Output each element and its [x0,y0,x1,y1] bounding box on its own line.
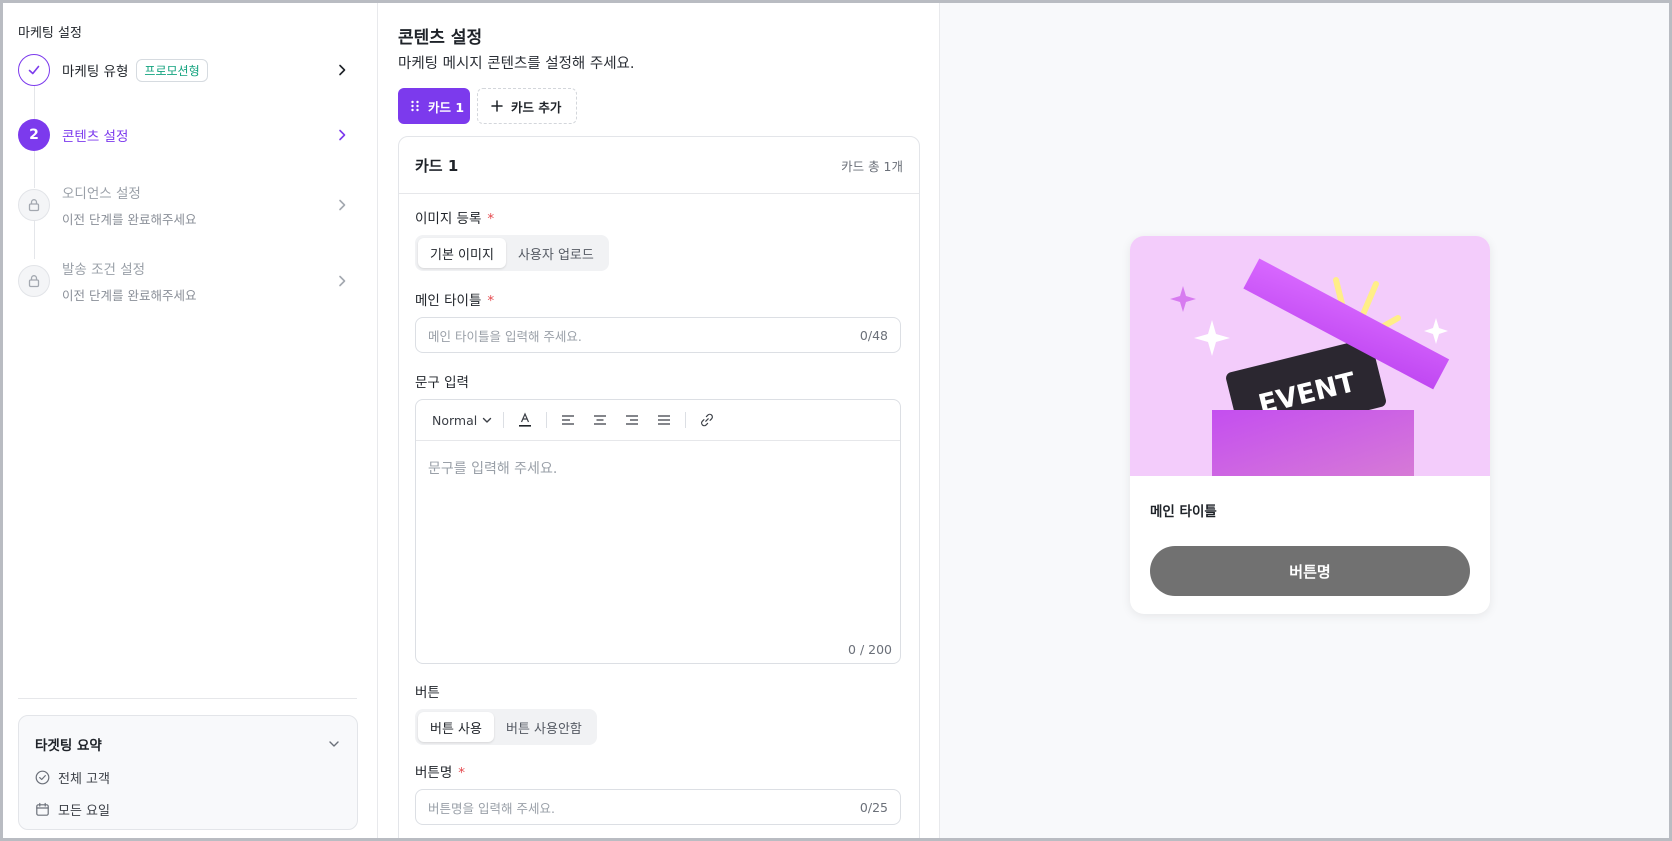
check-circle-icon [35,770,50,785]
page-subtitle: 마케팅 메시지 콘텐츠를 설정해 주세요. [398,56,635,72]
summary-header[interactable]: 타겟팅 요약 [35,734,341,754]
summary-item: 모든 요일 [35,800,341,819]
card-count: 카드 총 1개 [841,158,903,174]
button-name-placeholder: 버튼명을 입력해 주세요. [428,800,555,816]
char-counter: 0 / 200 [848,642,892,657]
calendar-icon [36,802,49,816]
preview-action-button[interactable]: 버튼명 [1150,546,1470,596]
targeting-summary: 타겟팅 요약 전체 고객 모든 요일 [18,715,358,830]
card-name: 카드 1 [415,156,459,175]
user-upload-option[interactable]: 사용자 업로드 [506,238,606,268]
text-label: 문구 입력 [415,375,469,391]
editor-toolbar: Normal [416,400,900,441]
app-window: 마케팅 설정 마케팅 유형 프로모션형 2 콘텐츠 설정 오디언스 설정 이전 … [0,0,1672,841]
sidebar: 마케팅 설정 마케팅 유형 프로모션형 2 콘텐츠 설정 오디언스 설정 이전 … [3,3,378,838]
step-label: 발송 조건 설정 [62,262,146,278]
page-title: 콘텐츠 설정 [398,28,483,48]
format-select[interactable]: Normal [432,413,493,428]
align-left-icon[interactable] [557,409,579,431]
align-right-icon[interactable] [621,409,643,431]
char-counter: 0/48 [859,327,888,343]
step-send-conditions[interactable]: 발송 조건 설정 이전 단계를 완료해주세요 [18,259,358,303]
image-source-toggle: 기본 이미지 사용자 업로드 [415,235,609,271]
add-card-label: 카드 추가 [511,99,562,115]
char-counter: 0/25 [859,799,888,815]
link-icon[interactable] [696,409,718,431]
preview-panel: EVENT 메인 타이틀 버튼명 [940,3,1669,838]
text-color-icon[interactable] [514,409,536,431]
main-title-placeholder: 메인 타이틀을 입력해 주세요. [428,328,582,344]
content-form: 콘텐츠 설정 마케팅 메시지 콘텐츠를 설정해 주세요. 카드 1 카드 추가 … [378,3,940,838]
drag-handle-icon[interactable] [410,100,420,112]
divider [18,698,357,699]
main-title-input[interactable]: 메인 타이틀을 입력해 주세요. 0/48 [415,317,901,353]
image-label: 이미지 등록 * [415,211,495,227]
text-placeholder[interactable]: 문구를 입력해 주세요. [428,458,557,478]
chevron-right-icon [339,199,346,211]
chevron-right-icon [339,275,346,287]
check-icon [18,54,50,86]
required-mark: * [487,211,495,227]
summary-title: 타겟팅 요약 [35,738,102,754]
button-name-label: 버튼명 * [415,765,466,781]
add-card-button[interactable]: 카드 추가 [477,88,577,124]
toolbar-separator [685,412,687,428]
default-image-option[interactable]: 기본 이미지 [418,238,506,268]
align-center-icon[interactable] [589,409,611,431]
message-preview-card: EVENT 메인 타이틀 버튼명 [1130,236,1490,614]
step-hint: 이전 단계를 완료해주세요 [62,212,197,227]
sidebar-title: 마케팅 설정 [18,26,82,41]
chevron-right-icon [339,64,346,76]
main-title-label: 메인 타이틀 * [415,293,495,309]
chevron-down-icon[interactable] [327,737,341,751]
summary-item: 전체 고객 [35,768,341,787]
align-justify-icon[interactable] [653,409,675,431]
required-mark: * [458,765,466,781]
step-hint: 이전 단계를 완료해주세요 [62,288,197,303]
step-label: 오디언스 설정 [62,186,141,202]
chevron-down-icon [483,417,492,423]
type-badge: 프로모션형 [136,58,208,82]
plus-icon [491,100,503,112]
button-name-input[interactable]: 버튼명을 입력해 주세요. 0/25 [415,789,901,825]
toolbar-separator [503,412,505,428]
lock-icon [18,189,50,221]
step-content-settings[interactable]: 2 콘텐츠 설정 [18,115,358,155]
step-label: 콘텐츠 설정 [62,129,129,145]
rich-text-editor: Normal 문구를 입력해 주세요. 0 / 200 [415,399,901,664]
lock-icon [18,265,50,297]
step-marketing-type[interactable]: 마케팅 유형 프로모션형 [18,50,358,90]
card-editor: 카드 1 카드 총 1개 이미지 등록 * 기본 이미지 사용자 업로드 메인 타… [398,136,920,838]
button-usage-toggle: 버튼 사용 버튼 사용안함 [415,709,597,745]
card-tab-label: 카드 1 [428,99,465,115]
event-image: EVENT [1130,236,1490,476]
card-tab-1[interactable]: 카드 1 [398,88,470,124]
toolbar-separator [546,412,548,428]
required-mark: * [487,293,495,309]
chevron-right-icon [339,129,346,141]
step-number: 2 [18,119,50,151]
step-connector [34,85,35,119]
use-button-option[interactable]: 버튼 사용 [418,712,494,742]
step-label: 마케팅 유형 [62,64,129,80]
button-label: 버튼 [415,685,440,701]
preview-main-title: 메인 타이틀 [1150,504,1217,520]
card-header: 카드 1 카드 총 1개 [399,137,919,194]
step-audience-settings[interactable]: 오디언스 설정 이전 단계를 완료해주세요 [18,183,358,227]
no-button-option[interactable]: 버튼 사용안함 [494,712,594,742]
